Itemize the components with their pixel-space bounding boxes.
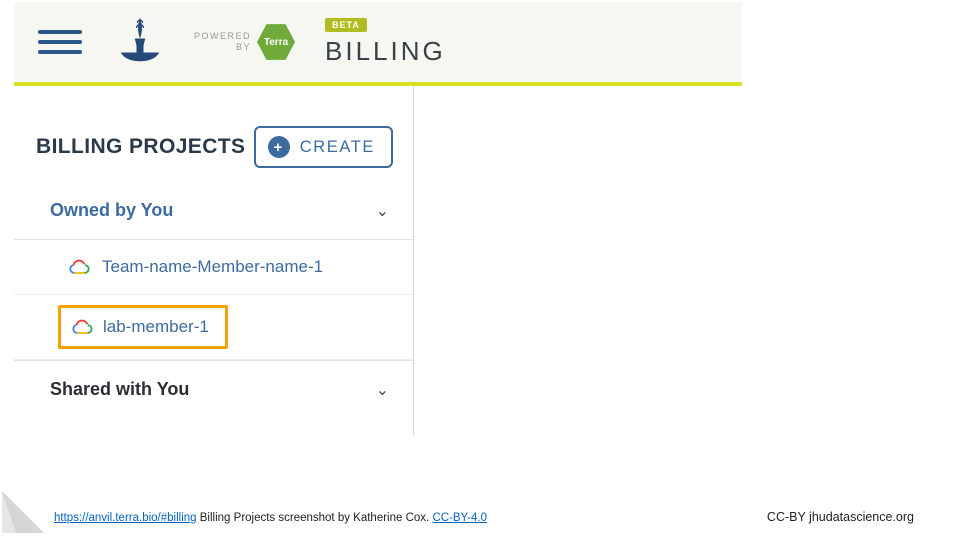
page-title: BILLING <box>325 36 446 67</box>
menu-button[interactable] <box>38 30 82 54</box>
owned-by-you-section[interactable]: Owned by You ⌄ <box>14 182 413 240</box>
shared-label: Shared with You <box>50 379 189 400</box>
attribution-url[interactable]: https://anvil.terra.bio/#billing <box>54 512 197 524</box>
google-cloud-icon <box>68 256 90 278</box>
create-button[interactable]: + CREATE <box>254 126 393 168</box>
footer-credit: CC-BY jhudatascience.org <box>767 510 914 524</box>
chevron-down-icon: ⌄ <box>376 380 389 400</box>
sidebar-header: BILLING PROJECTS + CREATE <box>14 86 413 182</box>
anvil-logo <box>112 14 168 70</box>
billing-project-item[interactable]: Team-name-Member-name-1 <box>14 240 413 295</box>
project-name: lab-member-1 <box>103 317 209 337</box>
attribution-license[interactable]: CC-BY-4.0 <box>432 512 487 524</box>
body: BILLING PROJECTS + CREATE Owned by You ⌄… <box>14 86 742 436</box>
terra-badge-icon: Terra <box>257 23 295 61</box>
create-button-label: CREATE <box>300 138 375 157</box>
project-name: Team-name-Member-name-1 <box>102 257 323 277</box>
shared-with-you-section[interactable]: Shared with You ⌄ <box>14 360 413 418</box>
sidebar-title: BILLING PROJECTS <box>36 135 245 159</box>
app-frame: POWERED BY Terra BETA BILLING BILLING PR… <box>14 2 742 440</box>
dog-ear-icon <box>2 491 44 533</box>
powered-by-label: POWERED BY <box>194 31 251 53</box>
billing-sidebar: BILLING PROJECTS + CREATE Owned by You ⌄… <box>14 86 414 436</box>
chevron-down-icon: ⌄ <box>376 201 389 221</box>
powered-by-terra: POWERED BY Terra <box>194 23 295 61</box>
plus-icon: + <box>268 136 290 158</box>
topbar: POWERED BY Terra BETA BILLING <box>14 2 742 86</box>
highlight-callout: lab-member-1 <box>58 305 228 349</box>
owned-label: Owned by You <box>50 200 173 221</box>
billing-project-item[interactable]: lab-member-1 <box>14 295 413 360</box>
beta-badge: BETA <box>325 18 367 32</box>
attribution-text: https://anvil.terra.bio/#billing Billing… <box>54 512 487 524</box>
page-heading: BETA BILLING <box>325 18 446 67</box>
google-cloud-icon <box>71 316 93 338</box>
anvil-icon <box>112 14 168 70</box>
